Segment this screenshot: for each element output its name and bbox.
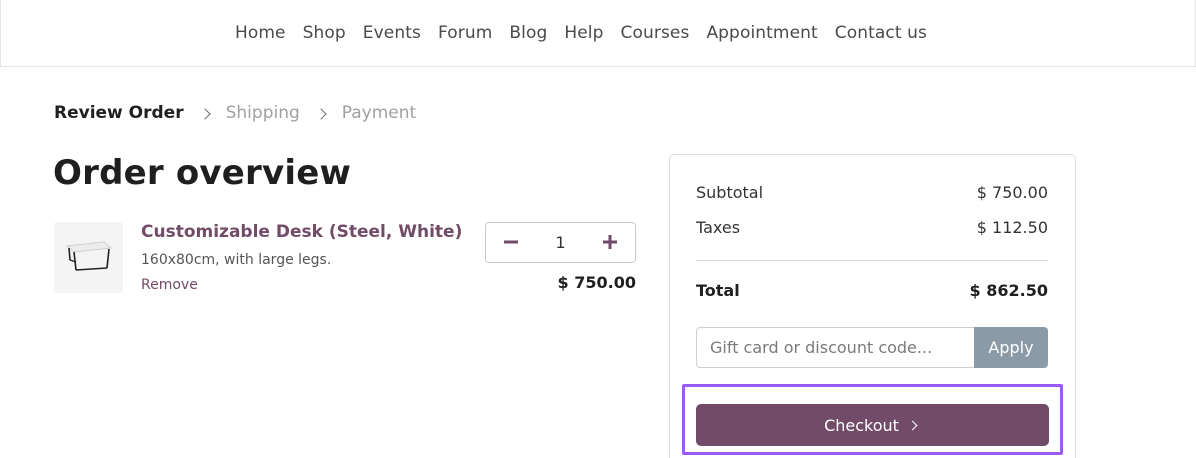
product-description: 160x80cm, with large legs. bbox=[141, 252, 332, 268]
quantity-input[interactable] bbox=[540, 233, 581, 252]
minus-icon[interactable] bbox=[502, 232, 520, 254]
nav-item-home[interactable]: Home bbox=[235, 23, 286, 43]
taxes-label: Taxes bbox=[696, 218, 741, 237]
total-value: $ 862.50 bbox=[969, 281, 1048, 300]
taxes-value: $ 112.50 bbox=[976, 218, 1048, 237]
desk-icon bbox=[65, 241, 113, 271]
product-name-link[interactable]: Customizable Desk (Steel, White) bbox=[141, 222, 462, 242]
nav-menu: Home Shop Events Forum Blog Help Courses… bbox=[235, 23, 944, 43]
chevron-right-icon bbox=[200, 106, 212, 120]
checkout-breadcrumb: Review Order Shipping Payment bbox=[54, 103, 416, 123]
plus-icon[interactable] bbox=[601, 232, 619, 254]
remove-product-link[interactable]: Remove bbox=[141, 277, 198, 293]
subtotal-row: Subtotal $ 750.00 bbox=[696, 183, 1048, 202]
breadcrumb-shipping: Shipping bbox=[225, 103, 300, 123]
subtotal-value: $ 750.00 bbox=[976, 183, 1048, 202]
promo-code-form: Apply bbox=[696, 327, 1048, 368]
breadcrumb-payment: Payment bbox=[341, 103, 417, 123]
product-line-price: $ 750.00 bbox=[557, 273, 636, 292]
nav-item-help[interactable]: Help bbox=[564, 23, 603, 43]
taxes-row: Taxes $ 112.50 bbox=[696, 218, 1048, 237]
nav-item-blog[interactable]: Blog bbox=[509, 23, 547, 43]
nav-item-forum[interactable]: Forum bbox=[438, 23, 492, 43]
product-image[interactable] bbox=[54, 222, 123, 293]
quantity-stepper bbox=[485, 222, 636, 263]
breadcrumb-review-order: Review Order bbox=[54, 103, 184, 123]
nav-item-contact-us[interactable]: Contact us bbox=[835, 23, 927, 43]
total-row: Total $ 862.50 bbox=[696, 281, 1048, 300]
apply-promo-button[interactable]: Apply bbox=[974, 327, 1048, 368]
chevron-right-icon bbox=[907, 418, 921, 432]
chevron-right-icon bbox=[316, 106, 328, 120]
top-navigation: Home Shop Events Forum Blog Help Courses… bbox=[0, 0, 1196, 67]
nav-item-shop[interactable]: Shop bbox=[303, 23, 346, 43]
summary-divider bbox=[696, 260, 1048, 261]
nav-item-events[interactable]: Events bbox=[363, 23, 421, 43]
page-title: Order overview bbox=[53, 153, 352, 193]
nav-item-appointment[interactable]: Appointment bbox=[706, 23, 817, 43]
checkout-button[interactable]: Checkout bbox=[696, 404, 1049, 446]
total-label: Total bbox=[696, 281, 740, 300]
nav-item-courses[interactable]: Courses bbox=[621, 23, 690, 43]
promo-code-input[interactable] bbox=[696, 327, 974, 368]
checkout-label: Checkout bbox=[824, 415, 899, 435]
subtotal-label: Subtotal bbox=[696, 183, 764, 202]
